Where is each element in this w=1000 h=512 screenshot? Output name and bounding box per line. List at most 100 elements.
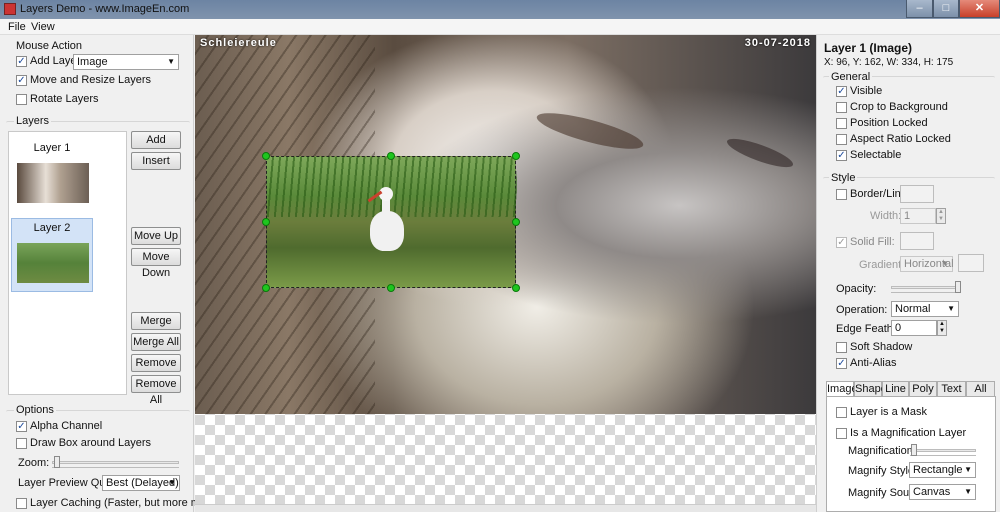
magnify-source-select[interactable]: Canvas ▼ — [909, 484, 976, 500]
title-bar: Layers Demo - www.ImageEn.com – □ ✕ — [0, 0, 1000, 19]
checkbox-box[interactable] — [836, 133, 847, 145]
add-button[interactable]: Add — [131, 131, 181, 149]
layer-2-thumbnail[interactable]: Layer 2 — [11, 218, 93, 292]
crop-label: Crop to Background — [850, 101, 948, 113]
checkbox-box[interactable]: ✓ — [836, 85, 847, 97]
edge-feather-spinner[interactable]: ▲ ▼ — [937, 320, 947, 336]
merge-all-button[interactable]: Merge All — [131, 333, 181, 351]
stork-body — [370, 211, 404, 251]
checkbox-box[interactable] — [16, 497, 27, 509]
slider-track — [891, 286, 961, 289]
checkbox-box[interactable]: ✓ — [836, 236, 847, 248]
checkbox-box[interactable]: ✓ — [836, 357, 847, 369]
resize-handle-left[interactable] — [262, 218, 270, 226]
solid-fill-label: Solid Fill: — [850, 236, 895, 248]
move-up-button[interactable]: Move Up — [131, 227, 181, 245]
zoom-slider[interactable] — [52, 456, 179, 468]
insert-button[interactable]: Insert — [131, 152, 181, 170]
tab-line[interactable]: Line — [882, 381, 909, 396]
tab-image[interactable]: Image — [826, 381, 858, 397]
chevron-down-icon: ▼ — [964, 487, 972, 496]
border-color-swatch[interactable] — [900, 185, 934, 203]
layer-list[interactable]: Layer 1 Layer 2 — [8, 131, 127, 395]
selectable-checkbox[interactable]: ✓ Selectable — [836, 149, 901, 161]
anti-alias-label: Anti-Alias — [850, 357, 897, 369]
remove-button[interactable]: Remove — [131, 354, 181, 372]
slider-thumb[interactable] — [955, 281, 961, 293]
layer-2-image[interactable] — [266, 156, 517, 288]
tab-text[interactable]: Text — [937, 381, 966, 396]
horizontal-scrollbar[interactable] — [195, 504, 816, 512]
move-resize-checkbox[interactable]: ✓ Move and Resize Layers — [16, 74, 151, 86]
gradient-label: Gradient: — [859, 259, 905, 271]
minimize-button[interactable]: – — [906, 0, 933, 18]
resize-handle-bottom[interactable] — [387, 284, 395, 292]
resize-handle-top-right[interactable] — [512, 152, 520, 160]
checkbox-box[interactable] — [836, 427, 847, 439]
move-down-button[interactable]: Move Down — [131, 248, 181, 279]
owl-eye — [724, 133, 796, 173]
checkbox-box[interactable] — [16, 93, 27, 105]
fill-color-swatch[interactable] — [900, 232, 934, 250]
image-canvas[interactable]: Schleiereule 30-07-2018 — [195, 35, 816, 512]
menu-file[interactable]: File — [8, 21, 26, 33]
aspect-locked-checkbox[interactable]: Aspect Ratio Locked — [836, 133, 951, 145]
right-panel: Layer 1 (Image) X: 96, Y: 162, W: 334, H… — [816, 35, 1000, 512]
layer-1-thumbnail[interactable]: Layer 1 — [11, 138, 93, 212]
checkbox-box[interactable] — [836, 101, 847, 113]
chevron-down-icon: ▼ — [964, 465, 972, 474]
alpha-channel-checkbox[interactable]: ✓ Alpha Channel — [16, 420, 102, 432]
operation-select[interactable]: Normal ▼ — [891, 301, 959, 317]
resize-handle-top[interactable] — [387, 152, 395, 160]
operation-label: Operation: — [836, 304, 888, 316]
resize-handle-right[interactable] — [512, 218, 520, 226]
slider-thumb[interactable] — [911, 444, 917, 456]
resize-handle-top-left[interactable] — [262, 152, 270, 160]
checkbox-box[interactable] — [836, 117, 847, 129]
checkbox-box[interactable] — [16, 437, 27, 449]
checkbox-box[interactable]: ✓ — [16, 420, 27, 432]
alpha-channel-label: Alpha Channel — [30, 420, 103, 432]
merge-button[interactable]: Merge — [131, 312, 181, 330]
gradient-color-swatch[interactable] — [958, 254, 984, 272]
layers-title: Layers — [14, 115, 52, 127]
checkbox-box[interactable] — [836, 188, 847, 200]
width-spinner[interactable]: ▲ ▼ — [936, 208, 946, 224]
menu-view[interactable]: View — [31, 21, 55, 33]
magnify-style-select[interactable]: Rectangle ▼ — [909, 462, 976, 478]
checkbox-box[interactable] — [836, 341, 847, 353]
checkbox-box[interactable] — [836, 406, 847, 418]
checkbox-box[interactable]: ✓ — [16, 55, 27, 67]
crop-checkbox[interactable]: Crop to Background — [836, 101, 948, 113]
checkbox-box[interactable]: ✓ — [16, 74, 27, 86]
visible-checkbox[interactable]: ✓ Visible — [836, 85, 882, 97]
layer-mask-label: Layer is a Mask — [850, 406, 928, 418]
border-line-checkbox[interactable]: Border/Line: — [836, 188, 910, 200]
width-input[interactable]: 1 — [900, 208, 936, 224]
opacity-slider[interactable] — [891, 281, 961, 293]
resize-handle-bottom-left[interactable] — [262, 284, 270, 292]
tab-shape[interactable]: Shape — [854, 381, 887, 396]
soft-shadow-checkbox[interactable]: Soft Shadow — [836, 341, 912, 353]
maximize-button[interactable]: □ — [933, 0, 959, 18]
tab-all[interactable]: All — [966, 381, 995, 396]
checkbox-box[interactable]: ✓ — [836, 149, 847, 161]
draw-box-checkbox[interactable]: Draw Box around Layers — [16, 437, 151, 449]
add-layer-type-select[interactable]: Image ▼ — [73, 54, 179, 70]
solid-fill-checkbox[interactable]: ✓ Solid Fill: — [836, 236, 895, 248]
position-locked-checkbox[interactable]: Position Locked — [836, 117, 928, 129]
resize-handle-bottom-right[interactable] — [512, 284, 520, 292]
preview-quality-select[interactable]: Best (Delayed) ▼ — [102, 475, 180, 491]
app-icon — [4, 3, 16, 15]
remove-all-button[interactable]: Remove All — [131, 375, 181, 406]
rotate-layers-checkbox[interactable]: Rotate Layers — [16, 93, 98, 105]
magnification-layer-checkbox[interactable]: Is a Magnification Layer — [836, 427, 966, 439]
gradient-select[interactable]: Horizontal ▼ — [900, 256, 954, 272]
close-button[interactable]: ✕ — [959, 0, 1000, 18]
anti-alias-checkbox[interactable]: ✓ Anti-Alias — [836, 357, 896, 369]
magnification-slider[interactable] — [910, 444, 976, 456]
slider-thumb[interactable] — [54, 456, 60, 468]
layer-mask-checkbox[interactable]: Layer is a Mask — [836, 406, 927, 418]
edge-feather-input[interactable]: 0 — [891, 320, 937, 336]
tab-poly[interactable]: Poly — [909, 381, 937, 396]
